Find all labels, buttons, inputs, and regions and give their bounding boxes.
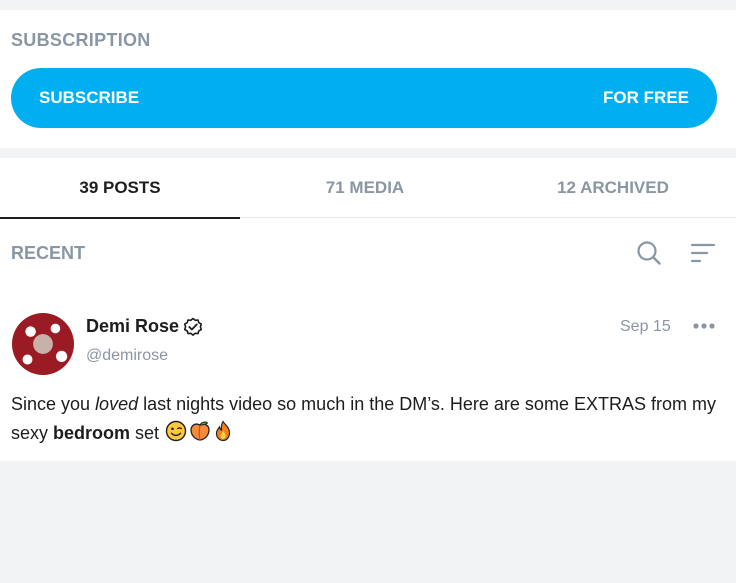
feed-header: RECENT [0,218,736,288]
subscribe-label: SUBSCRIBE [39,88,140,107]
tab-media[interactable]: 71 MEDIA [240,158,490,218]
post-text-part: set [130,423,165,443]
price-label: FOR FREE [603,88,689,107]
winking-face-emoji [165,420,187,451]
post-text-italic: loved [95,394,139,414]
profile-tabs: 39 POSTS 71 MEDIA 12 ARCHIVED [0,158,736,219]
subscription-heading: SUBSCRIPTION [11,30,151,50]
search-icon[interactable] [635,239,663,267]
subscription-card: SUBSCRIPTION SUBSCRIBE FOR FREE [0,10,736,148]
fire-emoji [213,420,233,451]
post-text-part: Since you [11,394,96,414]
verified-badge-icon [183,317,203,336]
post-author[interactable]: Demi Rose [86,316,203,337]
feed-card: 39 POSTS 71 MEDIA 12 ARCHIVED RECENT Dem… [0,158,736,461]
post-body: Since you loved last nights video so muc… [11,390,726,451]
peach-emoji [188,420,212,451]
more-dots-icon[interactable] [690,315,718,337]
tab-posts[interactable]: 39 POSTS [0,158,240,219]
tab-archived[interactable]: 12 ARCHIVED [490,158,736,218]
post-text-bold: bedroom [53,423,131,443]
subscribe-button[interactable]: SUBSCRIBE FOR FREE [11,68,717,128]
author-handle[interactable]: @demirose [86,347,168,365]
author-name-text: Demi Rose [86,316,180,336]
sort-icon[interactable] [689,239,717,267]
avatar[interactable] [12,313,74,375]
post-date[interactable]: Sep 15 [620,318,671,336]
recent-heading: RECENT [11,243,86,263]
